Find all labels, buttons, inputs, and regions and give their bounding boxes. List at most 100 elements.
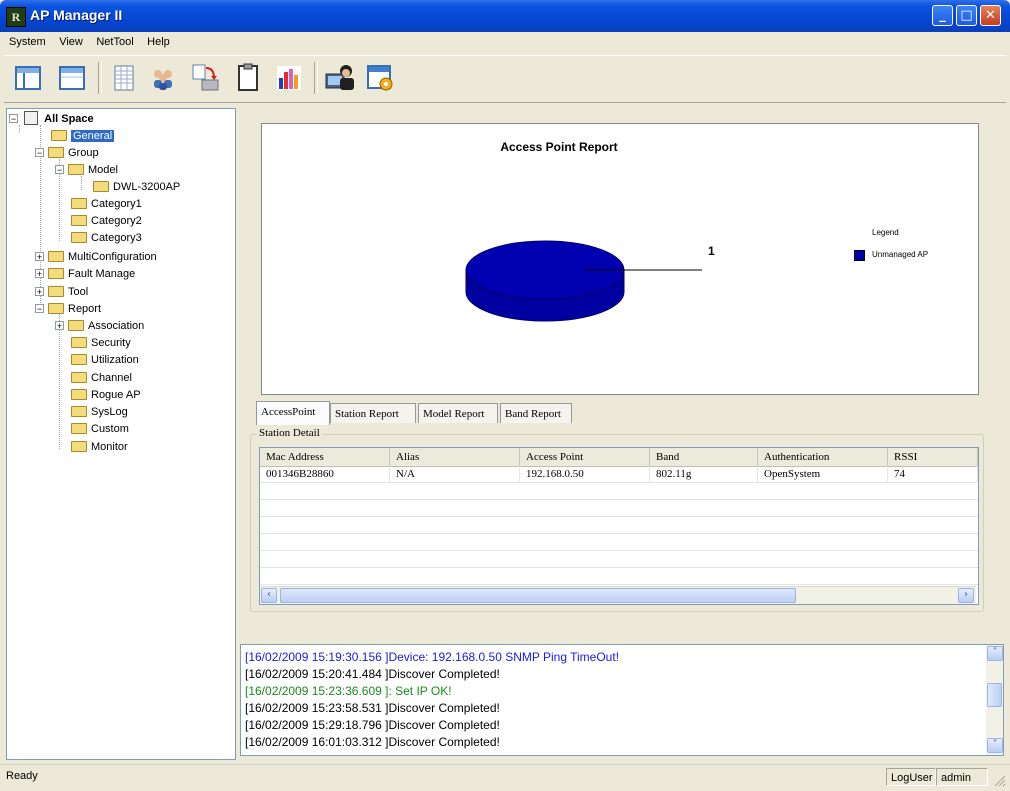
toolbar [4,55,1006,103]
minimize-icon: _ [939,8,946,23]
report-panel: Access Point Report 1 Legend Unmanaged A… [240,108,1006,636]
transfer-icon[interactable] [186,60,222,96]
expand-icon[interactable]: + [35,287,44,297]
expand-icon[interactable]: + [35,269,44,279]
tab-accesspoint[interactable]: AccessPoint [256,401,330,425]
tree-item-all-space[interactable]: − All Space [9,111,94,128]
menu-view[interactable]: View [54,34,88,50]
tree-item-monitor[interactable]: Monitor [71,439,128,456]
log-panel[interactable]: [16/02/2009 15:19:30.156 ]Device: 192.16… [240,644,1004,756]
scroll-thumb[interactable] [987,683,1002,707]
tree-label: Security [91,337,131,349]
maximize-icon: □ [960,8,973,23]
table-icon[interactable] [106,60,142,96]
tree-item-security[interactable]: Security [71,335,131,352]
tree-item-tool[interactable]: + Tool [35,284,88,301]
slice-data-label: 1 [708,244,715,258]
clipboard-icon[interactable] [230,60,266,96]
settings-window-icon[interactable] [362,60,398,96]
folder-icon [71,337,87,348]
window-title: AP Manager II [30,7,123,23]
scroll-left-button[interactable]: ‹ [261,588,277,603]
tree-item-channel[interactable]: Channel [71,370,132,387]
tree-item-utilization[interactable]: Utilization [71,352,139,369]
close-button[interactable]: ✕ [980,5,1001,26]
folder-icon [71,441,87,452]
scroll-down-button[interactable]: ˅ [987,738,1003,753]
tree-item-category1[interactable]: Category1 [71,196,142,213]
folder-icon [48,286,64,297]
tree-item-dwl-3200ap[interactable]: DWL-3200AP [93,179,180,196]
folder-icon [48,251,64,262]
table-row-empty [260,500,978,517]
tree-label: General [71,130,115,142]
tree-item-syslog[interactable]: SysLog [71,404,128,421]
collapse-icon[interactable]: − [55,165,64,175]
folder-icon [71,198,87,209]
folder-icon [71,406,87,417]
column-header[interactable]: Access Point [520,448,650,466]
table-cell: 001346B28860 [260,466,390,482]
menu-help[interactable]: Help [142,34,175,50]
tab-band-report[interactable]: Band Report [500,403,572,423]
log-line: [16/02/2009 15:29:18.796 ]Discover Compl… [245,718,500,732]
folder-icon [68,320,84,331]
scroll-up-button[interactable]: ˄ [987,646,1003,661]
tree-label: Category3 [91,232,142,244]
menu-system[interactable]: System [4,34,51,50]
folder-icon [71,232,87,243]
tree-item-category2[interactable]: Category2 [71,213,142,230]
users-icon[interactable] [146,60,182,96]
expand-icon[interactable]: + [55,321,64,331]
tree-item-rogue-ap[interactable]: Rogue AP [71,387,141,404]
tree-label: Tool [68,286,89,298]
folder-icon [68,164,84,175]
folder-icon [48,303,64,314]
tree-item-group[interactable]: − Group [35,145,99,162]
collapse-icon[interactable]: − [35,148,44,158]
tree-item-category3[interactable]: Category3 [71,230,142,247]
user-computer-icon[interactable] [322,60,358,96]
tree-item-multiconfiguration[interactable]: + MultiConfiguration [35,249,157,266]
close-icon: ✕ [985,8,996,23]
maximize-button[interactable]: □ [956,5,977,26]
folder-icon [71,389,87,400]
table-cell: 74 [888,466,978,482]
tree-label: Fault Manage [68,268,136,280]
tree-item-model[interactable]: − Model [55,162,118,179]
collapse-icon[interactable]: − [9,114,18,124]
collapse-icon[interactable]: − [35,304,44,314]
tree-item-fault-manage[interactable]: + Fault Manage [35,266,135,283]
table-row-empty [260,568,978,585]
column-header[interactable]: Mac Address [260,448,390,466]
column-header[interactable]: Alias [390,448,520,466]
table-row-empty [260,551,978,568]
expand-icon[interactable]: + [35,252,44,262]
layout-window-icon[interactable] [54,60,90,96]
tree-item-custom[interactable]: Custom [71,421,129,438]
tree-item-report[interactable]: − Report [35,301,101,318]
horizontal-scrollbar[interactable]: ‹ › [260,586,976,604]
space-tree[interactable]: − All Space General − Group − Model DWL-32… [6,108,236,760]
tree-item-association[interactable]: + Association [55,318,144,335]
legend-swatch [854,250,865,261]
title-bar[interactable]: R AP Manager II _ □ ✕ [0,0,1010,32]
column-header[interactable]: RSSI [888,448,978,466]
column-header[interactable]: Authentication [758,448,888,466]
menu-nettool[interactable]: NetTool [91,34,138,50]
resize-grip-icon[interactable] [992,773,1006,787]
app-icon: R [6,7,26,27]
tab-station-report[interactable]: Station Report [330,403,416,423]
column-header[interactable]: Band [650,448,758,466]
scroll-right-button[interactable]: › [958,588,974,603]
bar-chart-icon[interactable] [270,60,306,96]
scroll-thumb[interactable] [280,588,796,603]
vertical-scrollbar[interactable]: ˄ ˅ [986,645,1003,755]
layout-left-icon[interactable] [10,60,46,96]
minimize-button[interactable]: _ [932,5,953,26]
station-table[interactable]: Mac Address Alias Access Point Band Auth… [259,447,979,605]
tab-model-report[interactable]: Model Report [418,403,498,423]
tree-item-general[interactable]: General [51,128,115,145]
table-row[interactable]: 001346B28860 N/A 192.168.0.50 802.11g Op… [260,466,978,483]
folder-icon [71,372,87,383]
